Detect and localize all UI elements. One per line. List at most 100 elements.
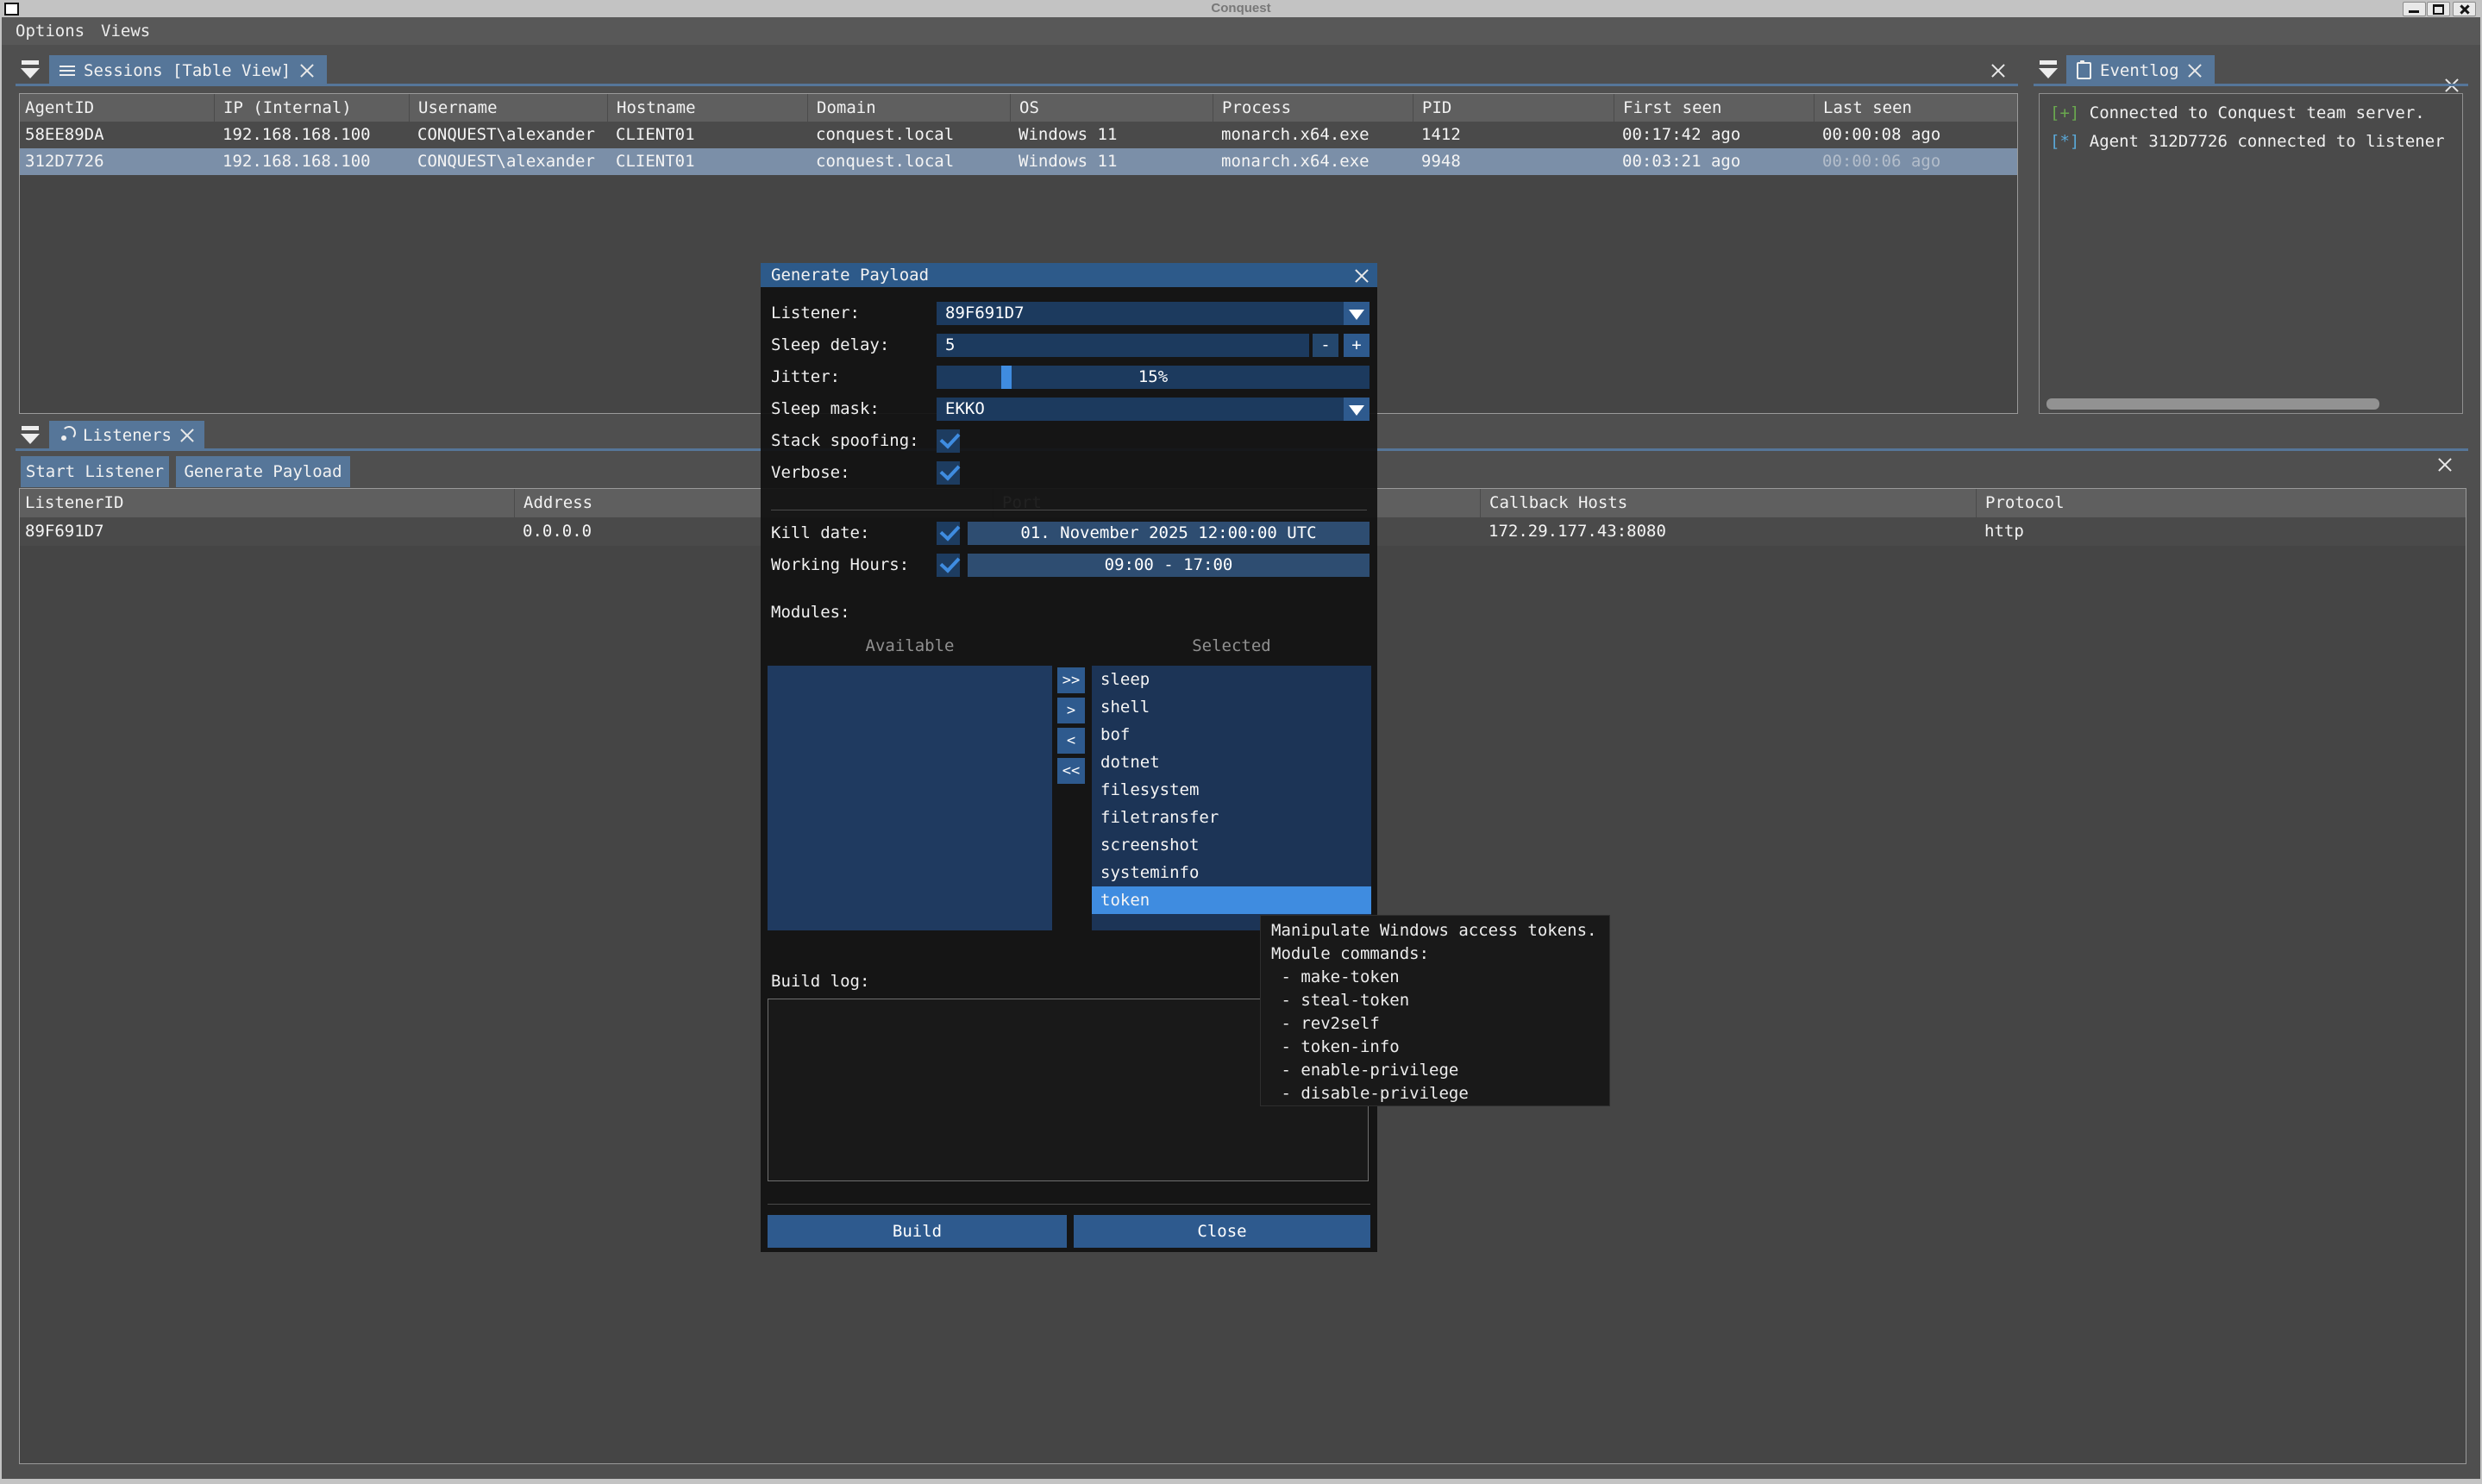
sleep-delay-input[interactable]: 5 bbox=[937, 334, 1309, 357]
col-first-seen[interactable]: First seen bbox=[1614, 94, 1814, 122]
app-window: Conquest Options Views Sessions [Table V… bbox=[0, 0, 2482, 1484]
working-hours-checkbox[interactable] bbox=[937, 554, 960, 577]
session-row[interactable]: 58EE89DA 192.168.168.100 CONQUEST\alexan… bbox=[20, 122, 2017, 148]
tab-listeners-label: Listeners bbox=[83, 426, 172, 445]
col-process[interactable]: Process bbox=[1213, 94, 1413, 122]
checkmark-icon bbox=[940, 520, 961, 541]
available-modules-list[interactable] bbox=[768, 666, 1052, 930]
generate-payload-button[interactable]: Generate Payload bbox=[176, 456, 350, 487]
col-pid[interactable]: PID bbox=[1413, 94, 1614, 122]
module-item[interactable]: systeminfo bbox=[1092, 859, 1371, 886]
move-all-left-button[interactable]: << bbox=[1057, 758, 1085, 784]
selected-modules-list: sleep shell bof dotnet filesystem filetr… bbox=[1092, 666, 1371, 930]
working-hours-field[interactable]: 09:00 - 17:00 bbox=[968, 554, 1369, 577]
close-button[interactable] bbox=[2453, 2, 2476, 16]
chevron-down-icon[interactable] bbox=[1344, 302, 1369, 325]
module-item-highlighted[interactable]: token bbox=[1092, 886, 1371, 914]
maximize-icon bbox=[2433, 4, 2444, 15]
jitter-slider[interactable]: 15% bbox=[937, 366, 1369, 389]
sessions-collapse-button[interactable] bbox=[21, 60, 41, 78]
build-button[interactable]: Build bbox=[768, 1215, 1067, 1248]
tab-eventlog-label: Eventlog bbox=[2100, 61, 2179, 80]
sessions-panel-close-icon[interactable] bbox=[1990, 63, 2005, 78]
maximize-button[interactable] bbox=[2427, 2, 2450, 16]
tab-sessions-label: Sessions [Table View] bbox=[84, 61, 291, 80]
move-one-right-button[interactable]: > bbox=[1057, 698, 1085, 723]
tab-eventlog-close-icon[interactable] bbox=[2188, 63, 2203, 78]
menu-options[interactable]: Options bbox=[16, 17, 85, 45]
checkmark-icon bbox=[940, 552, 961, 573]
minimize-button[interactable] bbox=[2403, 2, 2426, 16]
eventlog-collapse-button[interactable] bbox=[2039, 60, 2059, 78]
col-protocol[interactable]: Protocol bbox=[1976, 489, 2466, 517]
col-domain[interactable]: Domain bbox=[807, 94, 1010, 122]
stack-spoofing-checkbox[interactable] bbox=[937, 429, 960, 453]
tab-sessions[interactable]: Sessions [Table View] bbox=[49, 55, 327, 85]
jitter-value: 15% bbox=[937, 366, 1369, 389]
dialog-close-icon[interactable] bbox=[1354, 268, 1369, 283]
listeners-collapse-button[interactable] bbox=[21, 426, 41, 443]
checkmark-icon bbox=[940, 428, 961, 448]
module-item[interactable]: bof bbox=[1092, 721, 1371, 748]
col-hostname[interactable]: Hostname bbox=[607, 94, 807, 122]
listener-label: Listener: bbox=[771, 302, 860, 325]
menu-bar: Options Views bbox=[0, 17, 2482, 45]
move-one-left-button[interactable]: < bbox=[1057, 728, 1085, 754]
col-agentid[interactable]: AgentID bbox=[20, 94, 214, 122]
eventlog-line: [+] Connected to Conquest team server. bbox=[2050, 99, 2425, 128]
dialog-titlebar[interactable]: Generate Payload bbox=[761, 263, 1377, 287]
eventlog-tab-underline bbox=[2034, 84, 2468, 86]
broadcast-icon bbox=[60, 429, 74, 442]
tab-listeners-close-icon[interactable] bbox=[180, 429, 194, 443]
kill-date-label: Kill date: bbox=[771, 522, 869, 545]
dialog-title: Generate Payload bbox=[771, 263, 929, 287]
module-item[interactable]: shell bbox=[1092, 693, 1371, 721]
verbose-checkbox[interactable] bbox=[937, 461, 960, 485]
col-ip[interactable]: IP (Internal) bbox=[214, 94, 409, 122]
module-item[interactable]: sleep bbox=[1092, 666, 1371, 693]
sleep-delay-label: Sleep delay: bbox=[771, 334, 889, 357]
checkmark-icon bbox=[940, 460, 961, 480]
module-tooltip: Manipulate Windows access tokens. Module… bbox=[1260, 915, 1610, 1106]
session-row-selected[interactable]: 312D7726 192.168.168.100 CONQUEST\alexan… bbox=[20, 148, 2017, 175]
menu-views[interactable]: Views bbox=[101, 17, 150, 45]
col-last-seen[interactable]: Last seen bbox=[1814, 94, 2017, 122]
info-prefix: [*] bbox=[2050, 132, 2079, 151]
col-listenerid[interactable]: ListenerID bbox=[20, 489, 514, 517]
listeners-panel-close-icon[interactable] bbox=[2437, 457, 2452, 472]
module-item[interactable]: filetransfer bbox=[1092, 804, 1371, 831]
collapse-icon bbox=[22, 60, 39, 65]
kill-date-field[interactable]: 01. November 2025 12:00:00 UTC bbox=[968, 522, 1369, 545]
tab-eventlog[interactable]: Eventlog bbox=[2066, 55, 2215, 85]
sleep-mask-dropdown[interactable]: EKKO bbox=[937, 398, 1369, 421]
sessions-tab-underline bbox=[16, 84, 2018, 86]
kill-date-checkbox[interactable] bbox=[937, 522, 960, 545]
col-username[interactable]: Username bbox=[409, 94, 607, 122]
sleep-delay-increment-button[interactable]: + bbox=[1344, 334, 1369, 357]
sleep-delay-decrement-button[interactable]: - bbox=[1313, 334, 1338, 357]
tab-listeners[interactable]: Listeners bbox=[49, 421, 204, 450]
window-titlebar: Conquest bbox=[0, 0, 2482, 17]
success-prefix: [+] bbox=[2050, 103, 2079, 122]
eventlog-line: [*] Agent 312D7726 connected to listener bbox=[2050, 128, 2445, 156]
table-list-icon bbox=[60, 65, 75, 77]
col-callback-hosts[interactable]: Callback Hosts bbox=[1480, 489, 1976, 517]
module-item[interactable]: dotnet bbox=[1092, 748, 1371, 776]
move-all-right-button[interactable]: >> bbox=[1057, 667, 1085, 693]
col-os[interactable]: OS bbox=[1010, 94, 1213, 122]
window-title: Conquest bbox=[0, 0, 2482, 17]
close-dialog-button[interactable]: Close bbox=[1074, 1215, 1370, 1248]
module-item[interactable]: screenshot bbox=[1092, 831, 1371, 859]
modules-label: Modules: bbox=[771, 601, 850, 624]
clipboard-icon bbox=[2077, 62, 2091, 79]
start-listener-button[interactable]: Start Listener bbox=[21, 456, 169, 487]
working-hours-label: Working Hours: bbox=[771, 554, 909, 577]
eventlog-hscrollbar[interactable] bbox=[2046, 398, 2379, 410]
jitter-label: Jitter: bbox=[771, 366, 840, 389]
module-item[interactable]: filesystem bbox=[1092, 776, 1371, 804]
listener-dropdown[interactable]: 89F691D7 bbox=[937, 302, 1369, 325]
window-border bbox=[0, 17, 2, 1484]
chevron-down-icon[interactable] bbox=[1344, 398, 1369, 421]
tab-sessions-close-icon[interactable] bbox=[299, 63, 314, 78]
window-border bbox=[0, 1479, 2482, 1484]
